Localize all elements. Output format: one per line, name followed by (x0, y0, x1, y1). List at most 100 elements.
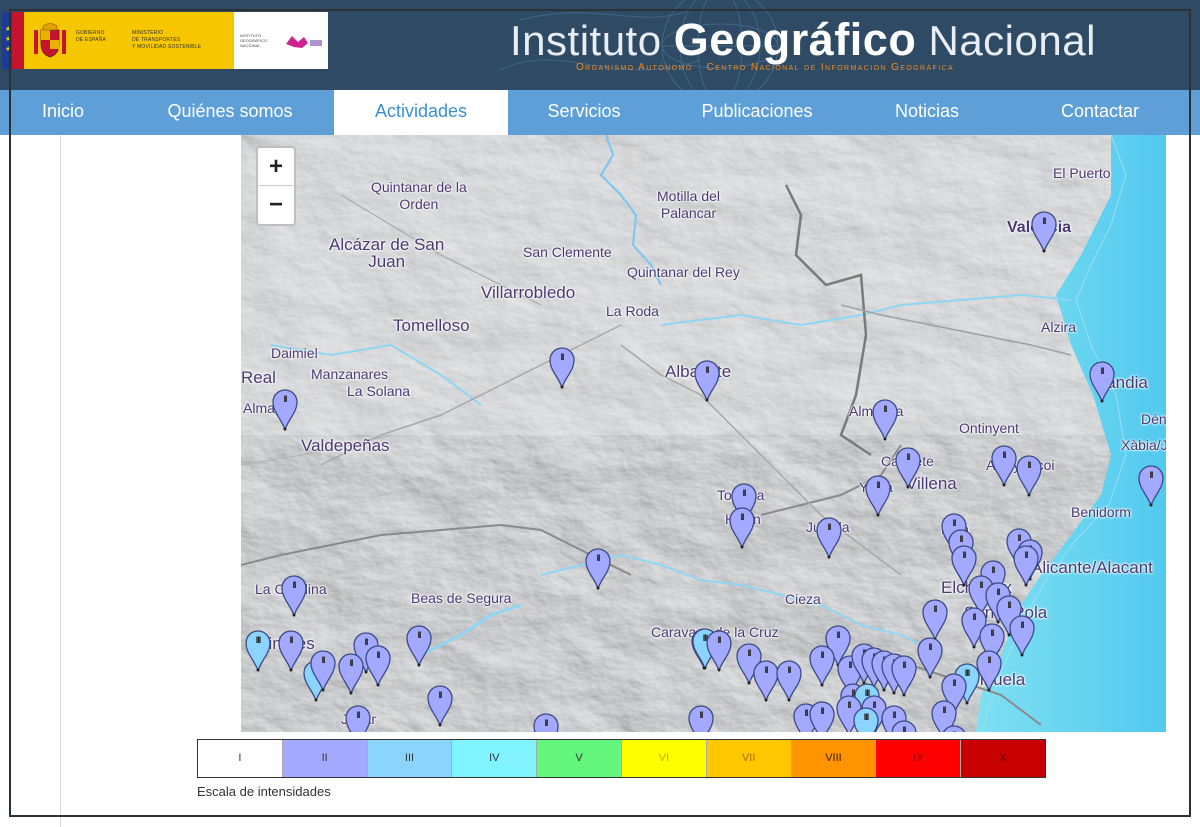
intensity-marker-icon[interactable]: II (585, 548, 611, 590)
intensity-marker-label: II (699, 710, 703, 720)
intensity-marker-icon[interactable]: II (865, 475, 891, 517)
intensity-marker-icon[interactable]: II (809, 701, 835, 732)
intensity-marker-label: II (952, 518, 956, 528)
intensity-marker-label: II (1149, 470, 1153, 480)
government-logo[interactable]: ★ ★ ★ GOBIERNO DE ESPAÑA MINISTERIO DE TRA… (2, 12, 328, 69)
intensity-marker-label: II (892, 710, 896, 720)
intensity-marker-icon[interactable]: II (891, 655, 917, 697)
intensity-marker-icon[interactable]: II (809, 645, 835, 687)
intensity-marker-icon[interactable]: II (694, 360, 720, 402)
earthquake-map[interactable]: Quintanar de la Orden Motilla del Palanca… (241, 135, 1166, 732)
intensity-marker-icon[interactable]: II (278, 630, 304, 672)
intensity-marker-label: II (560, 352, 564, 362)
map-label: San Clemente (523, 244, 612, 260)
intensity-marker-icon[interactable]: II (427, 685, 453, 727)
intensity-marker-icon[interactable]: II (533, 713, 559, 732)
map-label: El Puerto (1053, 165, 1111, 181)
intensity-marker-label: II (544, 718, 548, 728)
map-label: Xàbia/Jávea (1121, 437, 1166, 453)
intensity-marker-label: II (1027, 460, 1031, 470)
scale-cell-vi: VI (621, 740, 707, 777)
intensity-marker-label: II (747, 648, 751, 658)
scale-cell-i: I (198, 740, 283, 777)
site-brand[interactable]: Instituto Geográfico Nacional Organismo … (510, 14, 1096, 74)
intensity-marker-icon[interactable]: II (365, 645, 391, 687)
map-label: Daimiel (271, 345, 318, 361)
intensity-marker-label: II (941, 730, 967, 732)
intensity-marker-icon[interactable]: II (345, 705, 371, 732)
gov-line1: GOBIERNO (76, 30, 105, 36)
map-label: Ontinyent (959, 420, 1019, 436)
map-label: Dénia (1141, 411, 1166, 427)
intensity-scale: I II III IV V VI VII VIII IX X (197, 739, 1046, 778)
ministry-line3: Y MOVILIDAD SOSTENIBLE (132, 44, 202, 50)
intensity-marker-icon[interactable]: II (406, 625, 432, 667)
ign-small-logo-text: INSTITUTO GEOGRÁFICO NACIONAL (240, 33, 267, 48)
intensity-marker-icon[interactable]: II (1031, 211, 1057, 253)
intensity-marker-icon[interactable]: II (917, 637, 943, 679)
intensity-marker-icon[interactable]: II (776, 660, 802, 702)
intensity-marker-label: II (952, 678, 956, 688)
intensity-marker-icon[interactable]: III (853, 707, 879, 732)
intensity-marker-icon[interactable]: II (338, 653, 364, 695)
intensity-marker-label: II (902, 660, 906, 670)
intensity-marker-label: II (356, 710, 360, 720)
intensity-marker-icon[interactable]: II (706, 630, 732, 672)
intensity-marker-label: II (740, 512, 744, 522)
site-header: ★ ★ ★ GOBIERNO DE ESPAÑA MINISTERIO DE TRA… (0, 0, 1200, 90)
ministry-line2: DE TRANSPORTES (132, 37, 181, 43)
intensity-marker-label: II (933, 604, 937, 614)
intensity-marker-icon[interactable]: II (941, 725, 967, 732)
ministry-line1: MINISTERIO (132, 30, 164, 36)
scale-cell-v: V (537, 740, 622, 777)
zoom-control: + − (256, 146, 296, 226)
intensity-marker-icon[interactable]: II (1089, 361, 1115, 403)
map-label: La Solana (347, 383, 411, 399)
zoom-out-button[interactable]: − (258, 186, 294, 224)
intensity-marker-label: II (438, 690, 442, 700)
scale-cell-x: X (961, 740, 1045, 777)
intensity-marker-icon[interactable]: III (245, 630, 271, 672)
intensity-marker-icon[interactable]: II (1138, 465, 1164, 507)
intensity-marker-icon[interactable]: II (991, 445, 1017, 487)
intensity-marker-icon[interactable]: II (272, 389, 298, 431)
intensity-marker-icon[interactable]: II (895, 447, 921, 489)
nav-item-servicios[interactable]: Servicios (508, 90, 660, 135)
intensity-marker-icon[interactable]: II (281, 575, 307, 617)
map-label: Real (241, 368, 276, 387)
nav-item-publicaciones[interactable]: Publicaciones (660, 90, 854, 135)
map-label: Cieza (785, 591, 821, 607)
nav-item-quiénes-somos[interactable]: Quiénes somos (126, 90, 334, 135)
intensity-marker-label: II (820, 706, 824, 716)
intensity-marker-label: III (863, 712, 870, 722)
nav-item-actividades[interactable]: Actividades (334, 90, 508, 135)
intensity-marker-icon[interactable]: II (1016, 455, 1042, 497)
intensity-marker-label: II (906, 452, 910, 462)
site-title: Instituto Geográfico Nacional (510, 14, 1096, 65)
intensity-marker-label: II (596, 553, 600, 563)
intensity-marker-label: II (876, 480, 880, 490)
intensity-marker-icon[interactable]: II (891, 720, 917, 732)
nav-item-noticias[interactable]: Noticias (854, 90, 1000, 135)
gov-line2: DE ESPAÑA (76, 37, 107, 43)
intensity-marker-label: II (705, 365, 709, 375)
intensity-marker-icon[interactable]: II (872, 399, 898, 441)
ign-logo-icon (286, 36, 322, 48)
intensity-marker-icon[interactable]: II (922, 599, 948, 641)
intensity-marker-icon[interactable]: II (1009, 615, 1035, 657)
intensity-marker-icon[interactable]: II (816, 517, 842, 559)
zoom-in-button[interactable]: + (258, 148, 294, 186)
intensity-marker-icon[interactable]: II (310, 650, 336, 692)
intensity-marker-label: II (991, 565, 995, 575)
intensity-marker-icon[interactable]: II (1013, 545, 1039, 587)
intensity-marker-icon[interactable]: II (688, 705, 714, 732)
intensity-scale-caption: Escala de intensidades (197, 784, 331, 799)
intensity-marker-label: II (292, 580, 296, 590)
intensity-marker-icon[interactable]: II (729, 507, 755, 549)
nav-item-contactar[interactable]: Contactar (1000, 90, 1200, 135)
intensity-marker-label: II (942, 705, 946, 715)
intensity-marker-icon[interactable]: II (976, 650, 1002, 692)
intensity-marker-icon[interactable]: II (549, 347, 575, 389)
nav-item-inicio[interactable]: Inicio (0, 90, 126, 135)
scale-cell-iii: III (367, 740, 453, 777)
